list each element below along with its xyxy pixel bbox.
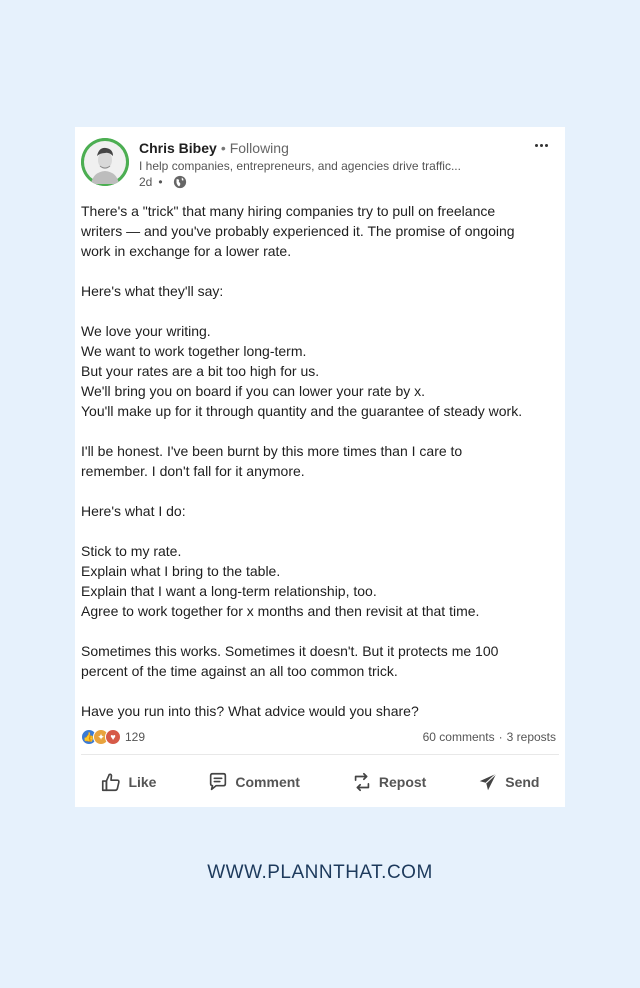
post-line: Here's what they'll say: [81,283,224,299]
post-stats: 👍 ✦ ♥ 129 60 comments · 3 reposts [81,727,556,747]
name-separator: • [220,140,226,156]
post-line: We love your writing. [81,323,211,339]
author-headline: I help companies, entrepreneurs, and age… [139,159,461,173]
post-paragraph: Have you run into this? What advice woul… [81,701,559,721]
post-line: Here's what I do: [81,503,186,519]
love-reaction-icon: ♥ [105,729,121,745]
author-name[interactable]: Chris Bibey [139,140,217,156]
repost-icon [354,772,370,792]
post-line: Agree to work together for x months and … [81,603,480,619]
post-line: You'll make up for it through quantity a… [81,403,523,419]
post-line: remember. I don't fall for it anymore. [81,463,305,479]
more-options-button[interactable] [529,135,553,155]
more-dot [534,143,538,147]
post-paragraph: There's a "trick" that many hiring compa… [81,201,559,261]
post-paragraph: Here's what I do: [81,501,559,521]
post-paragraph: Stick to my rate. Explain what I bring to… [81,541,559,621]
comment-button[interactable]: Comment [207,771,300,793]
thumbs-up-icon [102,773,121,792]
reactions-summary[interactable]: 👍 ✦ ♥ 129 [81,729,145,745]
more-dot [544,143,548,147]
actions-divider [81,754,559,755]
post-line: Have you run into this? What advice woul… [81,703,419,719]
send-icon [480,773,497,791]
post-paragraph: We love your writing. We want to work tog… [81,321,559,421]
comment-label: Comment [235,774,300,790]
post-line: We want to work together long-term. [81,343,307,359]
post-line: work in exchange for a lower rate. [81,243,292,259]
author-avatar[interactable] [81,138,129,186]
post-card: Chris Bibey • Following I help companies, … [75,127,565,807]
post-line: There's a "trick" that many hiring compa… [81,203,496,219]
comments-count-link[interactable]: 60 comments [423,730,495,744]
send-label: Send [505,774,540,790]
post-line: But your rates are a bit too high for us… [81,363,320,379]
like-label: Like [128,774,157,790]
like-button[interactable]: Like [100,771,156,793]
repost-label: Repost [378,774,427,790]
post-body: There's a "trick" that many hiring compa… [81,201,559,741]
footer-url[interactable]: WWW.PLANNTHAT.COM [0,862,640,884]
post-line: percent of the time against an all too c… [81,663,398,679]
follow-status[interactable]: Following [230,140,289,156]
post-age: 2d [139,175,153,189]
author-line: Chris Bibey • Following [139,140,289,156]
post-actions: Like Comment Repost Send [75,765,565,799]
comment-icon [210,772,227,791]
reposts-count-link[interactable]: 3 reposts [507,730,556,744]
post-paragraph: Sometimes this works. Sometimes it doesn… [81,641,559,681]
post-paragraph: I'll be honest. I've been burnt by this … [81,441,559,481]
engagement-counts: 60 comments · 3 reposts [423,730,556,744]
post-line: Sometimes this works. Sometimes it doesn… [81,643,499,659]
globe-icon [173,175,186,189]
meta-separator: • [158,175,163,189]
post-line: writers — and you've probably experience… [81,223,515,239]
send-button[interactable]: Send [477,771,539,793]
post-line: Explain what I bring to the table. [81,563,281,579]
reaction-count: 129 [125,730,146,744]
post-line: Stick to my rate. [81,543,182,559]
post-line: Explain that I want a long-term relation… [81,583,377,599]
repost-button[interactable]: Repost [351,771,426,793]
post-line: I'll be honest. I've been burnt by this … [81,443,463,459]
stats-separator: · [498,730,503,744]
post-meta: 2d • [139,175,187,189]
more-dot [539,143,543,147]
post-line: We'll bring you on board if you can lowe… [81,383,426,399]
post-paragraph: Here's what they'll say: [81,281,559,301]
